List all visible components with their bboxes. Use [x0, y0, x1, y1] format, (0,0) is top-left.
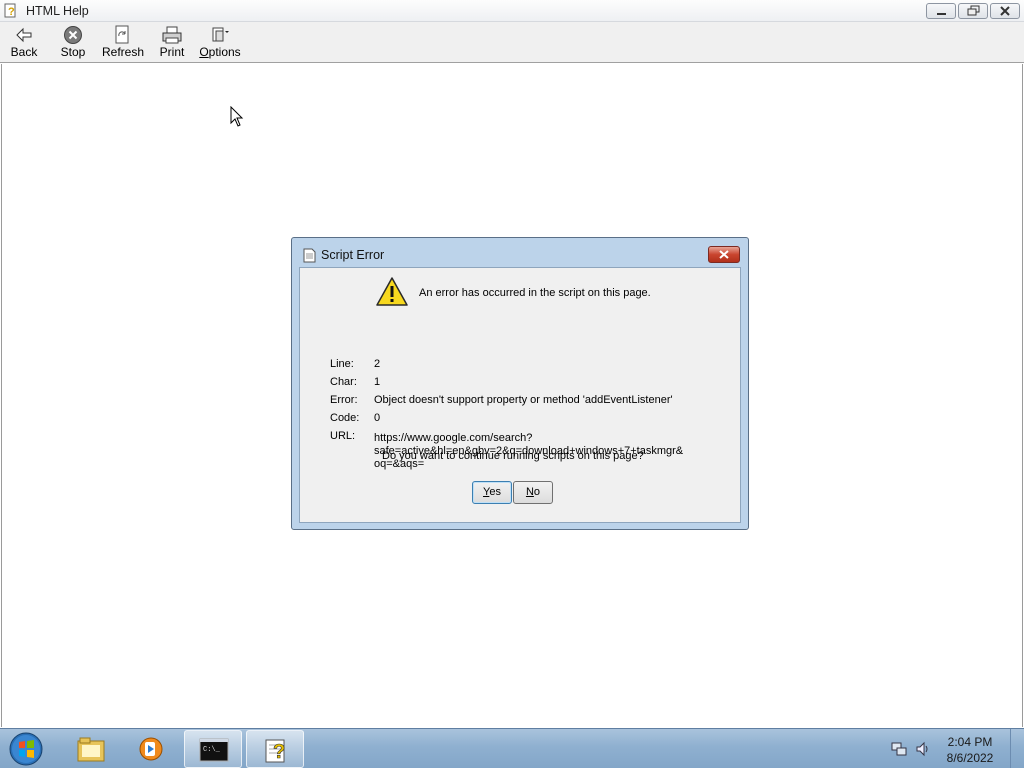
line-key: Line: — [330, 358, 354, 370]
dialog-close-button[interactable] — [708, 246, 740, 263]
taskbar-command-prompt[interactable]: C:\_ — [184, 730, 242, 768]
taskbar-file-explorer[interactable] — [62, 730, 120, 768]
no-button[interactable]: No — [513, 481, 553, 504]
minimize-button[interactable] — [926, 3, 956, 19]
help-app-icon: ? — [4, 3, 16, 18]
continue-question: Do you want to continue running scripts … — [382, 450, 644, 462]
media-player-icon — [139, 737, 163, 761]
code-value: 0 — [374, 412, 381, 424]
back-button[interactable]: Back — [8, 25, 40, 61]
print-button[interactable]: Print — [158, 25, 186, 61]
stop-button[interactable]: Stop — [58, 25, 88, 61]
taskbar-html-help[interactable]: ? — [246, 730, 304, 768]
toolbar: Back Stop Refresh Print Options — [0, 22, 1024, 63]
taskbar-media-player[interactable] — [122, 730, 180, 768]
document-icon — [303, 248, 316, 263]
url-row: URL: https://www.google.com/search? safe… — [330, 430, 730, 470]
close-button[interactable] — [990, 3, 1020, 19]
line-row: Line: 2 — [330, 358, 380, 370]
dialog-title: Script Error — [321, 248, 385, 262]
start-button[interactable] — [6, 730, 46, 768]
options-label: Options — [199, 45, 241, 59]
char-key: Char: — [330, 376, 357, 388]
show-desktop-button[interactable] — [1010, 729, 1024, 768]
options-icon — [212, 27, 229, 42]
command-prompt-icon: C:\_ — [199, 738, 229, 762]
error-message: An error has occurred in the script on t… — [419, 287, 651, 299]
file-explorer-icon — [77, 737, 105, 762]
code-row: Code: 0 — [330, 412, 380, 424]
error-value: Object doesn't support property or metho… — [374, 394, 673, 406]
line-value: 2 — [374, 358, 381, 370]
url-key: URL: — [330, 430, 356, 442]
close-icon — [719, 250, 729, 259]
taskbar-clock[interactable]: 2:04 PM 8/6/2022 — [940, 734, 1000, 766]
svg-text:?: ? — [273, 741, 285, 763]
dialog-body: An error has occurred in the script on t… — [299, 267, 741, 523]
refresh-button[interactable]: Refresh — [102, 25, 145, 61]
options-button[interactable]: Options — [199, 25, 241, 61]
code-key: Code: — [330, 412, 360, 424]
back-label: Back — [10, 45, 38, 59]
printer-icon — [162, 26, 182, 44]
window-titlebar: ? HTML Help — [0, 0, 1024, 22]
taskbar: C:\_ ? 2:04 PM 8/6/2022 — [0, 728, 1024, 768]
minimize-icon — [937, 13, 946, 15]
html-help-icon: ? — [265, 739, 286, 763]
error-row: Error: Object doesn't support property o… — [330, 394, 730, 406]
clock-time: 2:04 PM — [947, 735, 993, 749]
yes-label: Yes — [483, 486, 501, 498]
svg-text:?: ? — [8, 6, 15, 18]
print-label: Print — [159, 45, 185, 59]
refresh-label: Refresh — [102, 45, 145, 59]
clock-date: 8/6/2022 — [946, 751, 994, 765]
stop-label: Stop — [60, 45, 86, 59]
volume-icon[interactable] — [915, 741, 931, 757]
stop-icon — [64, 26, 82, 44]
mouse-cursor-icon — [230, 106, 244, 127]
back-arrow-icon — [16, 27, 32, 43]
warning-icon — [376, 277, 408, 306]
error-key: Error: — [330, 394, 358, 406]
refresh-icon — [115, 25, 129, 44]
restore-icon — [967, 5, 980, 16]
svg-text:C:\_: C:\_ — [203, 746, 221, 754]
restore-button[interactable] — [958, 3, 988, 19]
windows-start-icon — [9, 732, 43, 766]
yes-button[interactable]: Yes — [472, 481, 512, 504]
char-row: Char: 1 — [330, 376, 380, 388]
network-icon[interactable] — [891, 741, 907, 757]
char-value: 1 — [374, 376, 381, 388]
window-title: HTML Help — [26, 4, 89, 18]
close-icon — [1000, 6, 1010, 16]
no-label: No — [525, 486, 541, 498]
script-error-dialog: Script Error An error has occurred in th… — [291, 237, 749, 530]
